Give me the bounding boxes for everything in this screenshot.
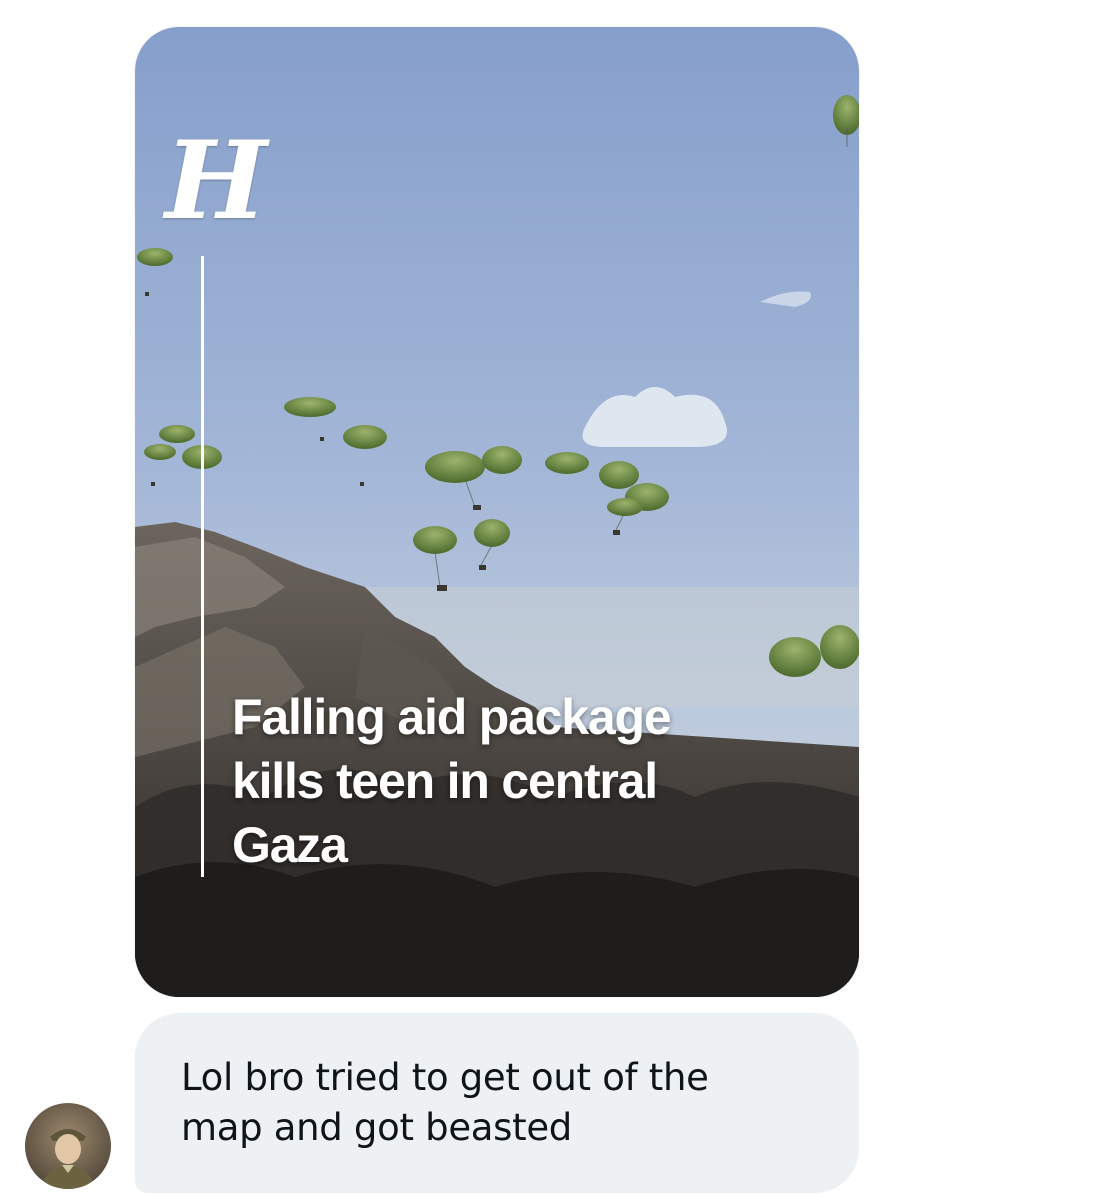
user-avatar-icon — [25, 1103, 111, 1189]
vertical-divider — [201, 256, 204, 877]
sender-avatar[interactable] — [25, 1103, 111, 1189]
message-bubble[interactable]: Lol bro tried to get out of the map and … — [135, 1013, 859, 1193]
dm-conversation: H Falling aid package kills teen in cent… — [0, 0, 1093, 1200]
card-headline: Falling aid package kills teen in centra… — [232, 689, 672, 873]
message-text: Lol bro tried to get out of the map and … — [181, 1056, 709, 1149]
shared-media-card[interactable]: H Falling aid package kills teen in cent… — [135, 27, 859, 997]
publication-logo: H — [165, 118, 268, 244]
